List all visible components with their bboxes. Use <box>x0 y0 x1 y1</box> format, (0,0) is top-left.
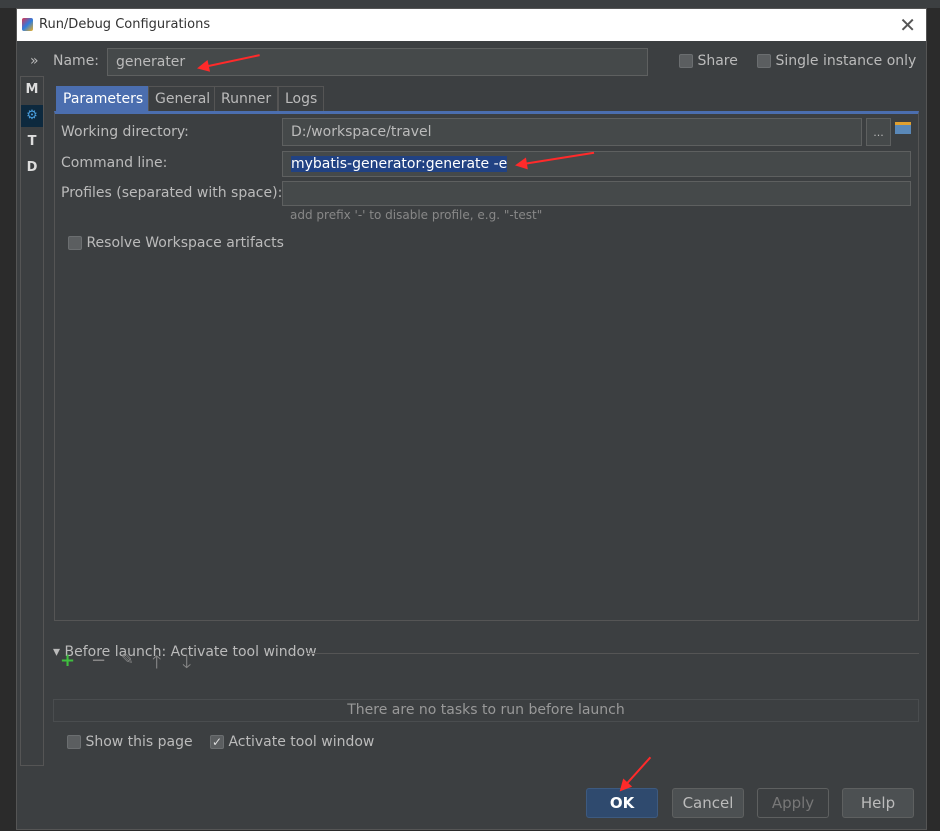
divider <box>307 653 919 654</box>
tab-logs[interactable]: Logs <box>278 86 325 112</box>
edit-icon[interactable]: ✎ <box>121 650 134 668</box>
help-button[interactable]: Help <box>842 788 914 818</box>
resolve-workspace-checkbox[interactable]: Resolve Workspace artifacts <box>68 235 284 251</box>
before-launch-task-list: There are no tasks to run before launch <box>53 699 919 722</box>
show-page-checkbox[interactable]: Show this page <box>67 734 193 750</box>
name-input[interactable]: generater <box>107 48 648 76</box>
folder-icon[interactable] <box>895 122 911 134</box>
ide-background <box>0 0 940 8</box>
move-down-icon[interactable]: 🡓 <box>182 650 191 680</box>
share-label: Share <box>697 53 738 69</box>
intellij-logo-icon <box>22 18 33 31</box>
tab-general[interactable]: General <box>148 86 218 112</box>
config-item-t[interactable]: T <box>21 131 43 153</box>
activate-tool-checkbox[interactable]: ✓ Activate tool window <box>210 734 374 750</box>
add-icon[interactable]: + <box>60 650 75 671</box>
remove-icon[interactable]: − <box>91 650 106 671</box>
sidebar-toggle[interactable]: » <box>30 53 39 69</box>
annotation-arrow <box>620 756 652 791</box>
move-up-icon[interactable]: 🡑 <box>152 650 161 680</box>
browse-button[interactable]: ... <box>866 118 891 146</box>
profiles-hint: add prefix '-' to disable profile, e.g. … <box>290 208 543 222</box>
run-debug-dialog: Run/Debug Configurations ✕ » Name: gener… <box>16 8 927 830</box>
working-dir-label: Working directory: <box>61 124 189 140</box>
resolve-workspace-label: Resolve Workspace artifacts <box>86 235 284 251</box>
show-page-label: Show this page <box>85 734 193 750</box>
working-dir-input[interactable]: D:/workspace/travel <box>282 118 862 146</box>
config-item-d[interactable]: D <box>21 157 43 179</box>
close-icon[interactable]: ✕ <box>899 13 916 37</box>
single-instance-checkbox[interactable]: Single instance only <box>757 53 916 69</box>
command-line-value: mybatis-generator:generate -e <box>291 156 508 172</box>
profiles-input[interactable] <box>282 181 911 206</box>
command-line-input[interactable]: mybatis-generator:generate -e <box>282 151 911 177</box>
config-tree: M ⚙ T D <box>20 76 44 766</box>
config-item-maven[interactable]: M <box>21 79 43 101</box>
command-line-label: Command line: <box>61 155 168 171</box>
activate-tool-label: Activate tool window <box>228 734 375 750</box>
name-label: Name: <box>53 53 100 69</box>
single-instance-label: Single instance only <box>775 53 917 69</box>
tab-runner[interactable]: Runner <box>214 86 279 112</box>
window-title: Run/Debug Configurations <box>39 17 211 32</box>
share-checkbox[interactable]: Share <box>679 53 738 69</box>
tab-parameters[interactable]: Parameters <box>56 86 151 112</box>
apply-button[interactable]: Apply <box>757 788 829 818</box>
gear-icon[interactable]: ⚙ <box>21 105 43 127</box>
cancel-button[interactable]: Cancel <box>672 788 744 818</box>
title-bar: Run/Debug Configurations ✕ <box>17 9 926 41</box>
profiles-label: Profiles (separated with space): <box>61 185 283 201</box>
